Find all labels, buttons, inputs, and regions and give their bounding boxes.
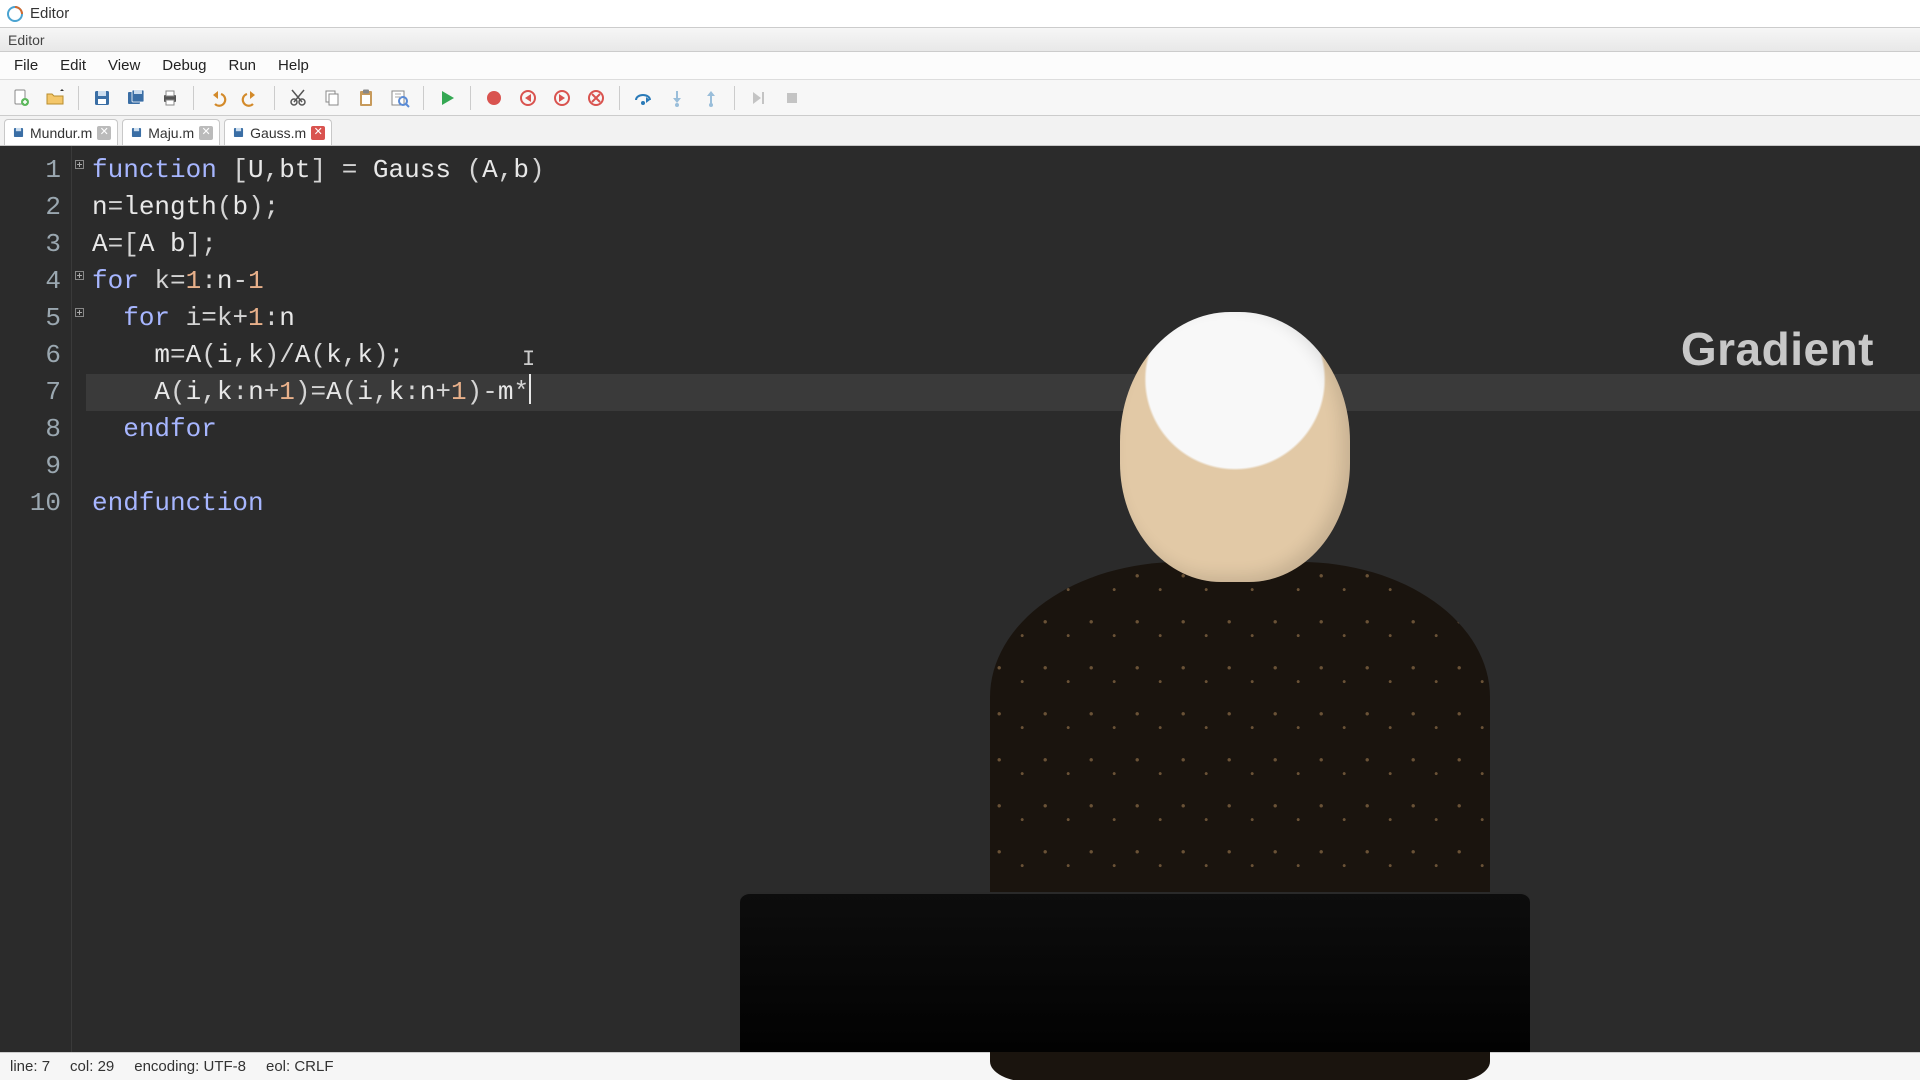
window-titlebar: Editor xyxy=(0,0,1920,28)
line-number: 9 xyxy=(0,448,61,485)
fold-marker xyxy=(72,331,86,368)
breakpoint-next-icon[interactable] xyxy=(547,84,577,112)
status-encoding: encoding: UTF-8 xyxy=(134,1058,246,1075)
line-number: 7 xyxy=(0,374,61,411)
new-file-icon[interactable] xyxy=(6,84,36,112)
toolbar-separator xyxy=(274,86,275,110)
menu-file[interactable]: File xyxy=(4,54,48,77)
code-line[interactable]: m=A(i,k)/A(k,k);I xyxy=(86,337,1920,374)
menu-help[interactable]: Help xyxy=(268,54,319,77)
code-line[interactable]: function [U,bt] = Gauss (A,b) xyxy=(86,152,1920,189)
breakpoint-prev-icon[interactable] xyxy=(513,84,543,112)
text-caret xyxy=(529,374,531,404)
line-number: 6 xyxy=(0,337,61,374)
step-out-icon xyxy=(696,84,726,112)
window-title: Editor xyxy=(30,5,69,22)
fold-marker[interactable] xyxy=(72,257,86,294)
breakpoint-toggle-icon[interactable] xyxy=(479,84,509,112)
print-icon[interactable] xyxy=(155,84,185,112)
menu-debug[interactable]: Debug xyxy=(152,54,216,77)
continue-icon xyxy=(743,84,773,112)
fold-marker xyxy=(72,405,86,442)
save-icon xyxy=(129,126,143,140)
undo-icon[interactable] xyxy=(202,84,232,112)
tab-close-icon[interactable]: ✕ xyxy=(199,126,213,140)
toolbar-separator xyxy=(470,86,471,110)
line-number: 10 xyxy=(0,485,61,522)
file-tab[interactable]: Maju.m ✕ xyxy=(122,119,220,145)
line-number: 2 xyxy=(0,189,61,226)
fold-marker xyxy=(72,220,86,257)
menu-run[interactable]: Run xyxy=(218,54,266,77)
paste-icon[interactable] xyxy=(351,84,381,112)
code-line[interactable]: A=[A b]; xyxy=(86,226,1920,263)
status-col: col: 29 xyxy=(70,1058,114,1075)
file-tab-label: Mundur.m xyxy=(30,125,92,141)
toolbar-separator xyxy=(78,86,79,110)
fold-marker xyxy=(72,479,86,516)
menu-edit[interactable]: Edit xyxy=(50,54,96,77)
cut-icon[interactable] xyxy=(283,84,313,112)
redo-icon[interactable] xyxy=(236,84,266,112)
tab-close-icon[interactable]: ✕ xyxy=(311,126,325,140)
menubar: FileEditViewDebugRunHelp xyxy=(0,52,1920,80)
fold-marker xyxy=(72,442,86,479)
file-tabs: Mundur.m ✕ Maju.m ✕ Gauss.m ✕ xyxy=(0,116,1920,146)
app-icon xyxy=(6,5,24,23)
line-number: 1 xyxy=(0,152,61,189)
code-line[interactable]: endfunction xyxy=(86,485,1920,522)
code-line[interactable]: endfor xyxy=(86,411,1920,448)
code-line[interactable]: for i=k+1:n xyxy=(86,300,1920,337)
toolbar xyxy=(0,80,1920,116)
status-eol: eol: CRLF xyxy=(266,1058,334,1075)
line-number-gutter: 12345678910 xyxy=(0,146,72,1052)
fold-marker[interactable] xyxy=(72,146,86,183)
save-icon[interactable] xyxy=(87,84,117,112)
fold-marker xyxy=(72,368,86,405)
file-tab-label: Gauss.m xyxy=(250,125,306,141)
toolbar-separator xyxy=(423,86,424,110)
file-tab[interactable]: Mundur.m ✕ xyxy=(4,119,118,145)
editor-label: Editor xyxy=(8,32,45,48)
statusbar: line: 7 col: 29 encoding: UTF-8 eol: CRL… xyxy=(0,1052,1920,1080)
line-number: 3 xyxy=(0,226,61,263)
code-area[interactable]: function [U,bt] = Gauss (A,b)n=length(b)… xyxy=(86,146,1920,1052)
open-folder-icon[interactable] xyxy=(40,84,70,112)
code-line[interactable]: A(i,k:n+1)=A(i,k:n+1)-m* xyxy=(86,374,1920,411)
step-over-icon[interactable] xyxy=(628,84,658,112)
code-line[interactable]: for k=1:n-1 xyxy=(86,263,1920,300)
toolbar-separator xyxy=(619,86,620,110)
fold-marker xyxy=(72,183,86,220)
breakpoint-clear-icon[interactable] xyxy=(581,84,611,112)
editor-label-bar: Editor xyxy=(0,28,1920,52)
fold-marker[interactable] xyxy=(72,294,86,331)
run-icon[interactable] xyxy=(432,84,462,112)
file-tab[interactable]: Gauss.m ✕ xyxy=(224,119,332,145)
stop-icon xyxy=(777,84,807,112)
code-editor[interactable]: 12345678910 function [U,bt] = Gauss (A,b… xyxy=(0,146,1920,1052)
copy-icon[interactable] xyxy=(317,84,347,112)
fold-strip[interactable] xyxy=(72,146,86,1052)
toolbar-separator xyxy=(193,86,194,110)
save-icon xyxy=(231,126,245,140)
line-number: 5 xyxy=(0,300,61,337)
tab-close-icon[interactable]: ✕ xyxy=(97,126,111,140)
line-number: 8 xyxy=(0,411,61,448)
mouse-ibeam-icon: I xyxy=(522,341,535,378)
line-number: 4 xyxy=(0,263,61,300)
save-icon xyxy=(11,126,25,140)
menu-view[interactable]: View xyxy=(98,54,150,77)
file-tab-label: Maju.m xyxy=(148,125,194,141)
toolbar-separator xyxy=(734,86,735,110)
status-line: line: 7 xyxy=(10,1058,50,1075)
save-all-icon[interactable] xyxy=(121,84,151,112)
code-line[interactable]: n=length(b); xyxy=(86,189,1920,226)
step-into-icon xyxy=(662,84,692,112)
find-replace-icon[interactable] xyxy=(385,84,415,112)
code-line[interactable] xyxy=(86,448,1920,485)
